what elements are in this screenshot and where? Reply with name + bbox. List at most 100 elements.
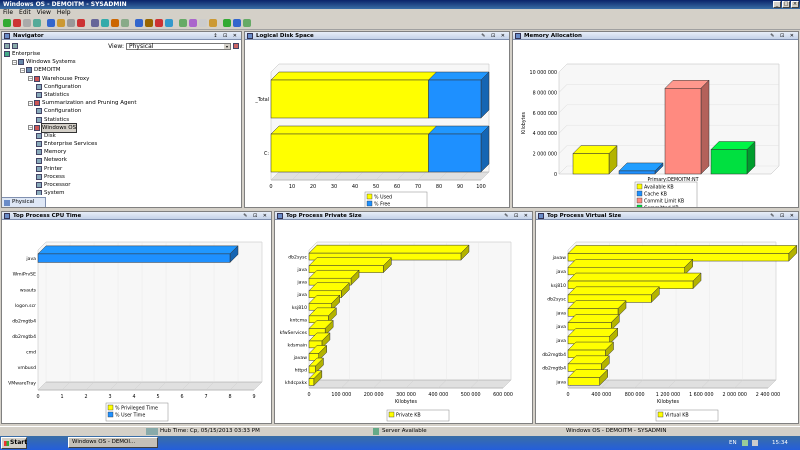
- legend-label: Committed KB: [644, 206, 679, 208]
- category-label: java: [296, 280, 307, 286]
- tree-item[interactable]: Statistics: [4, 116, 239, 124]
- plot-icon[interactable]: [179, 19, 187, 27]
- close-icon[interactable]: ×: [791, 1, 799, 8]
- tray-icon[interactable]: [742, 440, 748, 446]
- legend-swatch: [657, 411, 664, 418]
- legend-label: Commit Limit KB: [644, 199, 684, 205]
- process-bar-top: [567, 300, 627, 309]
- navigator-icon: [4, 33, 10, 39]
- tree-collapse-icon[interactable]: −: [20, 67, 25, 73]
- tree-item[interactable]: Enterprise: [4, 50, 239, 58]
- session-label: Windows OS - DEMOITM - SYSADMIN: [566, 428, 667, 434]
- menu-edit[interactable]: Edit: [19, 9, 31, 17]
- sync-icon[interactable]: [12, 43, 18, 49]
- tree-item[interactable]: − Warehouse Proxy: [4, 75, 239, 83]
- refresh-icon[interactable]: [4, 43, 10, 49]
- cut-icon[interactable]: [67, 19, 75, 27]
- link-icon[interactable]: [101, 19, 109, 27]
- window-title: Windows OS - DEMOITM - SYSADMIN: [3, 1, 127, 8]
- agent-icon: [34, 124, 40, 131]
- tree-item[interactable]: Processor: [4, 181, 239, 189]
- tree-item[interactable]: − Summarization and Pruning Agent: [4, 99, 239, 107]
- memory-bar-side: [700, 79, 710, 175]
- navigator-header: Navigator ↕ ⊡ ✕: [2, 32, 241, 40]
- tree-item[interactable]: Process: [4, 173, 239, 181]
- tree-item[interactable]: Disk: [4, 132, 239, 140]
- memory-panel: Memory Allocation ✎ ⊡ ✕ 0 2 000 000 4 000 0…: [512, 31, 799, 215]
- terminal-icon[interactable]: [223, 19, 231, 27]
- tree-collapse-icon[interactable]: −: [28, 125, 33, 131]
- tick-label: 8: [228, 394, 231, 400]
- situation-icon[interactable]: [233, 19, 241, 27]
- panel-controls-icon[interactable]: ✎ ⊡ ✕: [481, 32, 507, 40]
- grid-icon[interactable]: [121, 19, 129, 27]
- home-icon[interactable]: [23, 19, 31, 27]
- tick-label: 3: [108, 394, 111, 400]
- save-icon[interactable]: [33, 19, 41, 27]
- process-bar: [308, 365, 316, 374]
- panel-controls-icon[interactable]: ✎ ⊡ ✕: [770, 32, 796, 40]
- alert-icon[interactable]: [111, 19, 119, 27]
- category-label: httpd: [295, 367, 307, 373]
- note-icon[interactable]: [199, 19, 207, 27]
- view-edit-icon[interactable]: [233, 43, 239, 49]
- chevron-down-icon[interactable]: ▾: [224, 43, 230, 49]
- edit-icon[interactable]: [57, 19, 65, 27]
- tree-item[interactable]: Statistics: [4, 91, 239, 99]
- table-icon[interactable]: [145, 19, 153, 27]
- forward-icon[interactable]: [13, 19, 21, 27]
- minimize-icon[interactable]: _: [773, 1, 781, 8]
- category-label: db2mgtb4: [12, 334, 36, 340]
- memory-bar: [710, 149, 748, 175]
- tab-physical[interactable]: Physical: [2, 197, 46, 207]
- taskbar-item-label: Windows OS - DEMOI...: [72, 439, 136, 445]
- panel-controls-icon[interactable]: ✎ ⊡ ✕: [770, 212, 796, 220]
- status-bar: Hub Time: Cp, 05/15/2013 03:33 PM Server…: [0, 426, 800, 436]
- window-title-bar[interactable]: Windows OS - DEMOITM - SYSADMIN: [0, 0, 800, 9]
- menu-view[interactable]: View: [37, 9, 51, 17]
- tree-item-label: Warehouse Proxy: [42, 75, 90, 82]
- tree-item[interactable]: − Windows Systems: [4, 58, 239, 66]
- tree-collapse-icon[interactable]: −: [28, 76, 33, 82]
- tree-item[interactable]: Configuration: [4, 83, 239, 91]
- stop-icon[interactable]: [77, 19, 85, 27]
- tick-label: 0: [307, 392, 310, 398]
- tray-icon[interactable]: [752, 440, 758, 446]
- tree-item[interactable]: Configuration: [4, 107, 239, 115]
- tree-item[interactable]: Memory: [4, 148, 239, 156]
- help-icon[interactable]: [243, 19, 251, 27]
- panel-controls-icon[interactable]: ✎ ⊡ ✕: [504, 212, 530, 220]
- event-icon[interactable]: [155, 19, 163, 27]
- maximize-icon[interactable]: □: [782, 1, 790, 8]
- tree-collapse-icon[interactable]: −: [12, 59, 17, 65]
- back-icon[interactable]: [3, 19, 11, 27]
- bar-chart-icon: [247, 33, 253, 39]
- browser-icon[interactable]: [209, 19, 217, 27]
- gauge-icon[interactable]: [189, 19, 197, 27]
- monitor-icon[interactable]: [165, 19, 173, 27]
- chart-icon[interactable]: [135, 19, 143, 27]
- tree-item[interactable]: Printer: [4, 165, 239, 173]
- menu-file[interactable]: File: [3, 9, 13, 17]
- language-indicator[interactable]: EN: [729, 440, 737, 446]
- start-button[interactable]: Start: [1, 437, 27, 449]
- print-icon[interactable]: [47, 19, 55, 27]
- legend-label: Available KB: [644, 185, 674, 191]
- workspace-icon[interactable]: [91, 19, 99, 27]
- tick-label: 7: [204, 394, 207, 400]
- panel-controls-icon[interactable]: ↕ ⊡ ✕: [213, 32, 239, 40]
- tree-item[interactable]: − Windows OS: [4, 122, 239, 133]
- tick-label: 10 000 000: [530, 70, 557, 76]
- panel-controls-icon[interactable]: ✎ ⊡ ✕: [243, 212, 269, 220]
- taskbar-item[interactable]: Windows OS - DEMOI...: [68, 437, 158, 448]
- category-label: wsauts: [20, 287, 37, 293]
- tree-item[interactable]: Network: [4, 156, 239, 164]
- view-select[interactable]: Physical ▾: [126, 42, 231, 50]
- menu-help[interactable]: Help: [57, 9, 71, 17]
- tree-collapse-icon[interactable]: −: [28, 100, 33, 106]
- tree-item[interactable]: Enterprise Services: [4, 140, 239, 148]
- tree-item-label: Summarization and Pruning Agent: [42, 100, 137, 107]
- tree-item[interactable]: − DEMOITM: [4, 66, 239, 74]
- tree-item[interactable]: System: [4, 189, 239, 195]
- agent-icon: [34, 100, 40, 107]
